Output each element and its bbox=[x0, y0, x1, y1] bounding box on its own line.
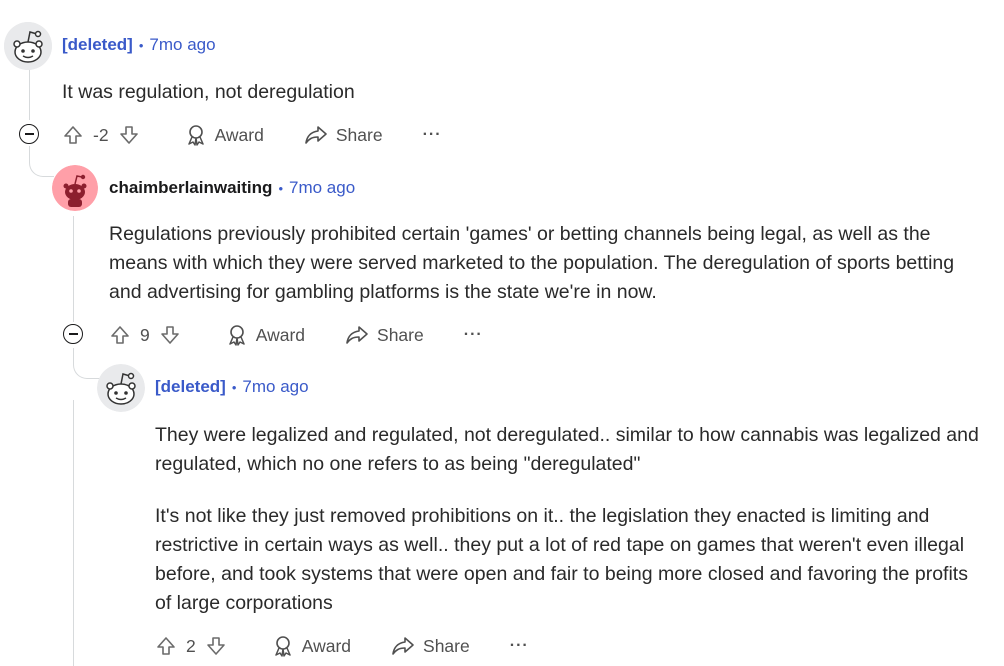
comment-actions: 9 Award Share ··· bbox=[109, 320, 483, 350]
thread-line-level-3 bbox=[73, 400, 74, 666]
award-button[interactable]: Award bbox=[272, 635, 351, 657]
upvote-icon bbox=[64, 126, 82, 144]
comment-meta: chaimberlainwaiting • 7mo ago bbox=[109, 178, 355, 198]
meta-separator: • bbox=[231, 379, 237, 395]
comment-paragraph: Regulations previously prohibited certai… bbox=[109, 223, 955, 303]
downvote-icon bbox=[206, 637, 225, 655]
award-icon bbox=[274, 636, 291, 657]
comment-paragraph: It's not like they just removed prohibit… bbox=[155, 505, 968, 614]
comment-actions: 2 Award Share ··· bbox=[155, 631, 529, 661]
share-button[interactable]: Share bbox=[345, 324, 424, 346]
share-icon bbox=[392, 637, 414, 655]
vote-count: 9 bbox=[140, 324, 150, 345]
collapse-icon[interactable] bbox=[19, 124, 39, 144]
vote-count: 2 bbox=[186, 635, 196, 656]
comment-meta: [deleted] • 7mo ago bbox=[62, 35, 216, 55]
upvote-icon bbox=[157, 637, 175, 655]
comment-meta: [deleted] • 7mo ago bbox=[155, 377, 309, 397]
snoo-avatar-icon bbox=[4, 22, 52, 70]
meta-separator: • bbox=[278, 180, 283, 196]
award-label: Award bbox=[214, 124, 264, 145]
award-button[interactable]: Award bbox=[185, 124, 264, 146]
more-options-button[interactable]: ··· bbox=[464, 326, 483, 344]
downvote-button[interactable] bbox=[205, 635, 227, 657]
comment-body: They were legalized and regulated, not d… bbox=[155, 421, 985, 618]
thread-line-level-1 bbox=[29, 68, 30, 120]
comment-author[interactable]: chaimberlainwaiting bbox=[109, 178, 272, 198]
more-options-button[interactable]: ··· bbox=[510, 637, 529, 655]
avatar[interactable] bbox=[97, 364, 145, 412]
thread-line-level-2 bbox=[73, 216, 74, 322]
share-label: Share bbox=[423, 635, 470, 656]
award-icon bbox=[228, 325, 245, 346]
award-button[interactable]: Award bbox=[226, 324, 305, 346]
comment-author[interactable]: [deleted] bbox=[62, 35, 133, 55]
comment-timestamp[interactable]: 7mo ago bbox=[149, 35, 215, 55]
thread-curve-level-1 bbox=[29, 146, 54, 177]
share-label: Share bbox=[335, 124, 383, 145]
upvote-button[interactable] bbox=[62, 124, 84, 146]
comment-body: It was regulation, not deregulation bbox=[62, 78, 962, 107]
upvote-button[interactable] bbox=[155, 635, 177, 657]
share-label: Share bbox=[377, 324, 424, 345]
downvote-button[interactable] bbox=[118, 124, 140, 146]
snoo-avatar-icon bbox=[97, 364, 145, 412]
comment-paragraph: It was regulation, not deregulation bbox=[62, 81, 355, 103]
downvote-icon bbox=[160, 326, 179, 344]
downvote-icon bbox=[119, 126, 138, 144]
vote-count: -2 bbox=[93, 124, 109, 145]
collapse-icon[interactable] bbox=[63, 324, 83, 344]
thread-curve-level-2 bbox=[73, 348, 100, 379]
award-label: Award bbox=[301, 635, 352, 656]
downvote-button[interactable] bbox=[159, 324, 181, 346]
upvote-icon bbox=[111, 326, 129, 344]
meta-separator: • bbox=[138, 37, 144, 53]
comment-author[interactable]: [deleted] bbox=[155, 377, 226, 397]
avatar[interactable] bbox=[4, 22, 52, 70]
share-button[interactable]: Share bbox=[391, 635, 470, 657]
comment-timestamp[interactable]: 7mo ago bbox=[242, 377, 308, 397]
comment-actions: -2 Award Share ··· bbox=[62, 120, 442, 150]
award-label: Award bbox=[255, 324, 306, 345]
snoo-avatar-icon bbox=[52, 165, 98, 211]
share-icon bbox=[305, 126, 327, 144]
share-button[interactable]: Share bbox=[304, 124, 383, 146]
share-icon bbox=[346, 326, 368, 344]
comment-timestamp[interactable]: 7mo ago bbox=[289, 178, 355, 198]
avatar[interactable] bbox=[52, 165, 98, 211]
comment-paragraph: They were legalized and regulated, not d… bbox=[155, 424, 979, 475]
upvote-button[interactable] bbox=[109, 324, 131, 346]
comment-body: Regulations previously prohibited certai… bbox=[109, 220, 979, 307]
more-options-button[interactable]: ··· bbox=[423, 126, 442, 144]
award-icon bbox=[187, 125, 204, 146]
